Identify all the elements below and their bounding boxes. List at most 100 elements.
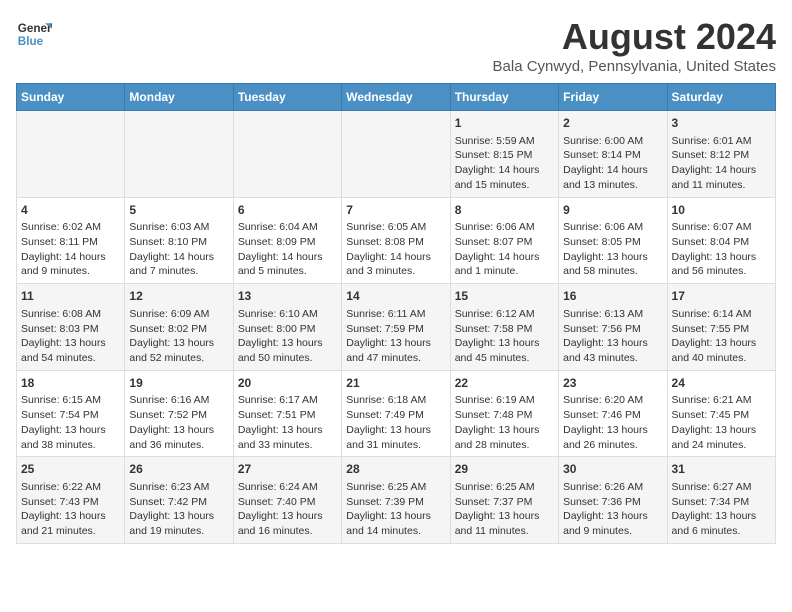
cell-text: Daylight: 13 hours <box>563 250 662 265</box>
cell-text: Daylight: 14 hours <box>672 163 771 178</box>
day-number: 26 <box>129 461 228 478</box>
calendar-cell: 30Sunrise: 6:26 AMSunset: 7:36 PMDayligh… <box>559 457 667 544</box>
cell-text: Sunrise: 6:07 AM <box>672 220 771 235</box>
day-number: 9 <box>563 202 662 219</box>
calendar-cell: 8Sunrise: 6:06 AMSunset: 8:07 PMDaylight… <box>450 197 558 284</box>
calendar-cell: 27Sunrise: 6:24 AMSunset: 7:40 PMDayligh… <box>233 457 341 544</box>
cell-text: Daylight: 13 hours <box>346 423 445 438</box>
calendar-cell: 19Sunrise: 6:16 AMSunset: 7:52 PMDayligh… <box>125 370 233 457</box>
calendar-cell: 25Sunrise: 6:22 AMSunset: 7:43 PMDayligh… <box>17 457 125 544</box>
cell-text: Daylight: 14 hours <box>563 163 662 178</box>
day-number: 14 <box>346 288 445 305</box>
cell-text: and 21 minutes. <box>21 524 120 539</box>
day-number: 10 <box>672 202 771 219</box>
day-number: 23 <box>563 375 662 392</box>
cell-text: Sunrise: 6:16 AM <box>129 393 228 408</box>
cell-text: Sunrise: 6:13 AM <box>563 307 662 322</box>
calendar-cell: 10Sunrise: 6:07 AMSunset: 8:04 PMDayligh… <box>667 197 775 284</box>
cell-text: and 56 minutes. <box>672 264 771 279</box>
cell-text: Sunrise: 6:10 AM <box>238 307 337 322</box>
cell-text: Sunrise: 6:12 AM <box>455 307 554 322</box>
cell-text: Sunrise: 6:05 AM <box>346 220 445 235</box>
day-number: 20 <box>238 375 337 392</box>
cell-text: Sunrise: 6:14 AM <box>672 307 771 322</box>
calendar-cell: 18Sunrise: 6:15 AMSunset: 7:54 PMDayligh… <box>17 370 125 457</box>
calendar-cell: 11Sunrise: 6:08 AMSunset: 8:03 PMDayligh… <box>17 284 125 371</box>
day-number: 22 <box>455 375 554 392</box>
cell-text: Sunset: 7:59 PM <box>346 322 445 337</box>
cell-text: Sunrise: 6:27 AM <box>672 480 771 495</box>
cell-text: Sunrise: 6:08 AM <box>21 307 120 322</box>
cell-text: Daylight: 14 hours <box>21 250 120 265</box>
cell-text: Sunset: 7:55 PM <box>672 322 771 337</box>
cell-text: Daylight: 13 hours <box>672 336 771 351</box>
cell-text: Sunrise: 6:02 AM <box>21 220 120 235</box>
cell-text: Sunset: 7:45 PM <box>672 408 771 423</box>
cell-text: and 13 minutes. <box>563 178 662 193</box>
cell-text: Daylight: 14 hours <box>346 250 445 265</box>
calendar-cell: 6Sunrise: 6:04 AMSunset: 8:09 PMDaylight… <box>233 197 341 284</box>
cell-text: Daylight: 13 hours <box>238 336 337 351</box>
cell-text: and 6 minutes. <box>672 524 771 539</box>
weekday-header: Wednesday <box>342 84 450 111</box>
cell-text: and 31 minutes. <box>346 438 445 453</box>
calendar-cell: 22Sunrise: 6:19 AMSunset: 7:48 PMDayligh… <box>450 370 558 457</box>
calendar-cell: 15Sunrise: 6:12 AMSunset: 7:58 PMDayligh… <box>450 284 558 371</box>
cell-text: Daylight: 13 hours <box>455 509 554 524</box>
cell-text: and 16 minutes. <box>238 524 337 539</box>
day-number: 17 <box>672 288 771 305</box>
header: General Blue August 2024 Bala Cynwyd, Pe… <box>16 16 776 75</box>
title-section: August 2024 Bala Cynwyd, Pennsylvania, U… <box>493 16 776 75</box>
cell-text: Sunset: 7:51 PM <box>238 408 337 423</box>
calendar-cell: 13Sunrise: 6:10 AMSunset: 8:00 PMDayligh… <box>233 284 341 371</box>
cell-text: Daylight: 13 hours <box>563 509 662 524</box>
calendar-cell: 7Sunrise: 6:05 AMSunset: 8:08 PMDaylight… <box>342 197 450 284</box>
calendar-cell <box>342 111 450 198</box>
cell-text: and 43 minutes. <box>563 351 662 366</box>
subtitle: Bala Cynwyd, Pennsylvania, United States <box>493 58 776 75</box>
cell-text: Sunset: 8:04 PM <box>672 235 771 250</box>
calendar-cell: 12Sunrise: 6:09 AMSunset: 8:02 PMDayligh… <box>125 284 233 371</box>
cell-text: and 26 minutes. <box>563 438 662 453</box>
day-number: 1 <box>455 115 554 132</box>
cell-text: Daylight: 14 hours <box>455 250 554 265</box>
day-number: 3 <box>672 115 771 132</box>
cell-text: and 36 minutes. <box>129 438 228 453</box>
cell-text: Daylight: 13 hours <box>563 336 662 351</box>
calendar-cell: 5Sunrise: 6:03 AMSunset: 8:10 PMDaylight… <box>125 197 233 284</box>
cell-text: Sunset: 8:15 PM <box>455 148 554 163</box>
cell-text: Sunrise: 6:18 AM <box>346 393 445 408</box>
calendar-cell: 20Sunrise: 6:17 AMSunset: 7:51 PMDayligh… <box>233 370 341 457</box>
cell-text: Sunrise: 6:23 AM <box>129 480 228 495</box>
cell-text: Sunset: 8:07 PM <box>455 235 554 250</box>
cell-text: Sunrise: 6:20 AM <box>563 393 662 408</box>
cell-text: and 47 minutes. <box>346 351 445 366</box>
day-number: 31 <box>672 461 771 478</box>
cell-text: and 15 minutes. <box>455 178 554 193</box>
cell-text: Daylight: 13 hours <box>129 423 228 438</box>
day-number: 27 <box>238 461 337 478</box>
cell-text: and 1 minute. <box>455 264 554 279</box>
cell-text: Daylight: 13 hours <box>21 423 120 438</box>
cell-text: and 7 minutes. <box>129 264 228 279</box>
cell-text: Sunrise: 6:24 AM <box>238 480 337 495</box>
cell-text: Daylight: 13 hours <box>21 336 120 351</box>
cell-text: and 40 minutes. <box>672 351 771 366</box>
day-number: 24 <box>672 375 771 392</box>
svg-text:Blue: Blue <box>18 35 44 48</box>
day-number: 30 <box>563 461 662 478</box>
cell-text: and 3 minutes. <box>346 264 445 279</box>
cell-text: Sunset: 8:09 PM <box>238 235 337 250</box>
calendar-cell: 28Sunrise: 6:25 AMSunset: 7:39 PMDayligh… <box>342 457 450 544</box>
cell-text: Sunset: 7:34 PM <box>672 495 771 510</box>
calendar-cell <box>125 111 233 198</box>
logo: General Blue <box>16 16 52 52</box>
day-number: 7 <box>346 202 445 219</box>
cell-text: Daylight: 13 hours <box>455 336 554 351</box>
cell-text: Daylight: 13 hours <box>238 423 337 438</box>
cell-text: Sunrise: 6:25 AM <box>346 480 445 495</box>
weekday-header: Tuesday <box>233 84 341 111</box>
calendar-cell: 29Sunrise: 6:25 AMSunset: 7:37 PMDayligh… <box>450 457 558 544</box>
cell-text: Sunrise: 6:03 AM <box>129 220 228 235</box>
day-number: 5 <box>129 202 228 219</box>
